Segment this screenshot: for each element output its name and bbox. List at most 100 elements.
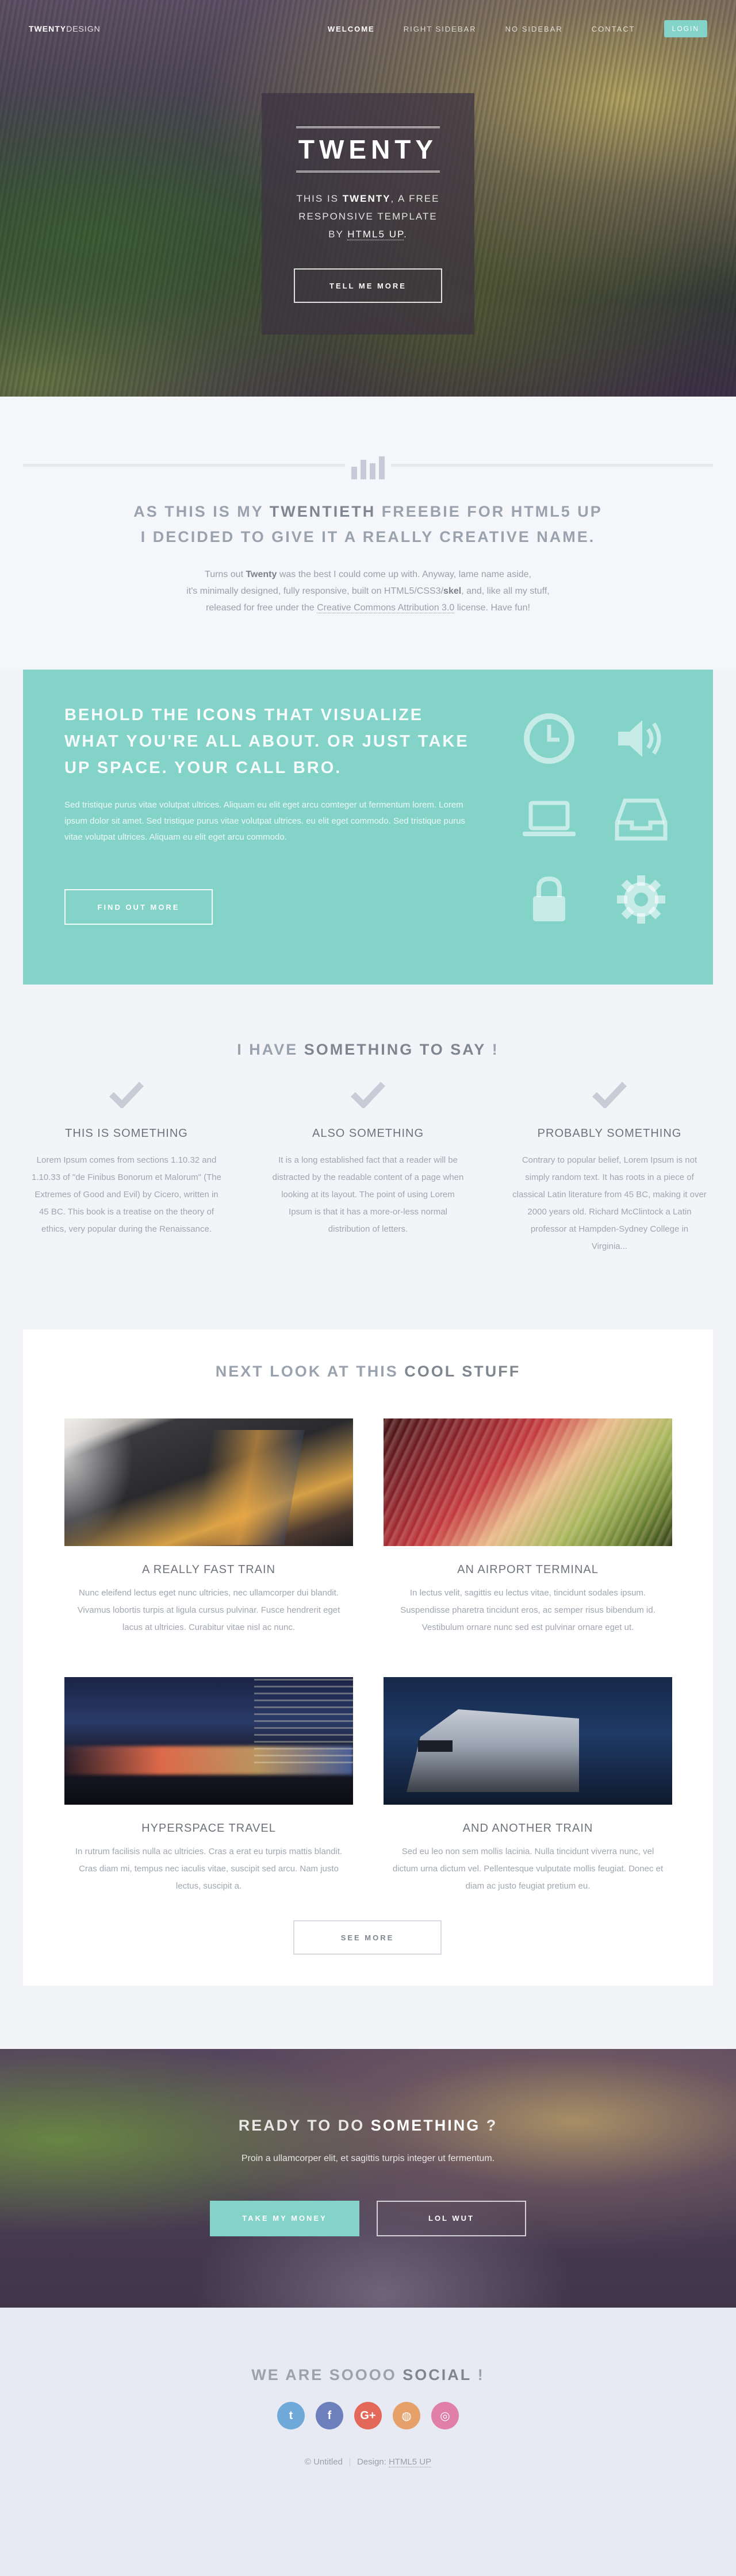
article-card: AN AIRPORT TERMINAL In lectus velit, sag… <box>384 1418 672 1636</box>
column-title: PROBABLY SOMETHING <box>537 1127 682 1140</box>
intro-text: license. Have fun! <box>454 603 530 613</box>
find-out-more-button[interactable]: FIND OUT MORE <box>64 889 213 925</box>
footer-headline-text: ! <box>471 2366 485 2383</box>
logo-light-text: DESIGN <box>66 24 101 33</box>
column-text: Lorem Ipsum comes from sections 1.10.32 … <box>32 1155 221 1234</box>
intro-headline-text: FREEBIE FOR HTML5 UP <box>375 503 603 520</box>
volume-icon <box>604 704 678 773</box>
card-text: Sed eu leo non sem mollis lacinia. Nulla… <box>392 1847 664 1891</box>
nav-link-right-sidebar[interactable]: RIGHT SIDEBAR <box>404 25 477 33</box>
feature-column: PROBABLY SOMETHING Contrary to popular b… <box>503 1079 716 1255</box>
column-title: ALSO SOMETHING <box>312 1127 424 1140</box>
column-title: THIS IS SOMETHING <box>65 1127 188 1140</box>
github-icon[interactable]: ◍ <box>393 2402 420 2429</box>
intro-paragraph: Turns out Twenty was the best I could co… <box>0 566 736 616</box>
design-credit-link[interactable]: HTML5 UP <box>388 2457 432 2467</box>
dribbble-icon[interactable]: ◎ <box>431 2402 459 2429</box>
intro-text: Turns out <box>205 570 246 579</box>
card-image-another-train[interactable] <box>384 1677 672 1805</box>
feature-headline-bold: ICONS <box>196 706 258 724</box>
say-headline-text: ! <box>486 1041 499 1058</box>
laptop-icon <box>512 785 586 853</box>
lol-wut-button[interactable]: LOL WUT <box>377 2201 526 2236</box>
icons-feature-section: BEHOLD THE ICONS THAT VISUALIZE WHAT YOU… <box>23 670 713 985</box>
twitter-icon[interactable]: t <box>277 2402 305 2429</box>
article-card: A REALLY FAST TRAIN Nunc eleifend lectus… <box>64 1418 353 1636</box>
hero-subtitle: THIS IS TWENTY, A FREE RESPONSIVE TEMPLA… <box>293 190 443 243</box>
intro-headline-line2: I DECIDED TO GIVE IT A REALLY CREATIVE N… <box>140 528 596 545</box>
nav-link-welcome[interactable]: WELCOME <box>328 25 375 33</box>
say-headline-text: I HAVE <box>237 1041 304 1058</box>
nav-menu: WELCOME RIGHT SIDEBAR NO SIDEBAR CONTACT… <box>328 20 707 37</box>
intro-section: AS THIS IS MY TWENTIETH FREEBIE FOR HTML… <box>0 397 736 670</box>
cool-stuff-section: NEXT LOOK AT THIS COOL STUFF A REALLY FA… <box>23 1329 713 1986</box>
intro-text-bold: Twenty <box>246 570 277 579</box>
hero-sub-text: . <box>404 229 408 240</box>
copyright-text: © Untitled <box>304 2457 343 2467</box>
hero-title-frame: TWENTY <box>296 126 440 172</box>
tell-me-more-button[interactable]: TELL ME MORE <box>294 268 442 303</box>
checkmark-icon <box>109 1082 144 1109</box>
intro-headline: AS THIS IS MY TWENTIETH FREEBIE FOR HTML… <box>0 499 736 549</box>
cta-text: Proin a ullamcorper elit, et sagittis tu… <box>241 2154 495 2163</box>
footer-headline: WE ARE SOOOO SOCIAL ! <box>0 2366 736 2384</box>
column-text: It is a long established fact that a rea… <box>272 1155 464 1234</box>
cta-headline-text: ? <box>480 2117 498 2134</box>
card-title: HYPERSPACE TRAVEL <box>141 1822 276 1835</box>
hero-box: TWENTY THIS IS TWENTY, A FREE RESPONSIVE… <box>262 93 474 335</box>
card-title: AN AIRPORT TERMINAL <box>457 1563 599 1576</box>
intro-text: it's minimally designed, fully responsiv… <box>186 586 444 596</box>
login-button[interactable]: LOGIN <box>664 20 707 37</box>
nav-link-no-sidebar[interactable]: NO SIDEBAR <box>505 25 563 33</box>
intro-text-bold: skel <box>443 586 462 596</box>
intro-headline-text: AS THIS IS MY <box>133 503 270 520</box>
site-logo[interactable]: TWENTYDESIGN <box>29 24 101 33</box>
card-image-hyperspace-travel[interactable] <box>64 1677 353 1805</box>
footer: WE ARE SOOOO SOCIAL ! t f G+ ◍ ◎ © Untitled D… <box>0 2308 736 2576</box>
hero-sub-text: BY <box>328 229 348 240</box>
cta-background-image <box>0 2049 736 2308</box>
cool-headline-bold: COOL STUFF <box>404 1363 521 1380</box>
call-to-action-section: READY TO DO SOMETHING ? Proin a ullamcor… <box>0 2049 736 2308</box>
column-text: Contrary to popular belief, Lorem Ipsum … <box>512 1155 707 1251</box>
html5up-link[interactable]: HTML5 UP <box>347 229 404 240</box>
card-text: In rutrum facilisis nulla ac ultricies. … <box>75 1847 343 1891</box>
feature-column: THIS IS SOMETHING Lorem Ipsum comes from… <box>20 1079 233 1238</box>
footer-headline-bold: SOCIAL <box>402 2366 472 2383</box>
card-title: AND ANOTHER TRAIN <box>462 1822 593 1835</box>
hero-section: TWENTYDESIGN WELCOME RIGHT SIDEBAR NO SI… <box>0 0 736 397</box>
feature-icon-grid <box>512 704 696 945</box>
facebook-icon[interactable]: f <box>316 2402 343 2429</box>
take-my-money-button[interactable]: TAKE MY MONEY <box>210 2201 359 2236</box>
hero-sub-text: , A FREE <box>390 193 440 204</box>
card-image-airport-terminal[interactable] <box>384 1418 672 1546</box>
inbox-icon <box>604 785 678 853</box>
license-link[interactable]: Creative Commons Attribution 3.0 <box>317 603 455 613</box>
say-headline: I HAVE SOMETHING TO SAY ! <box>0 1041 736 1059</box>
nav-link-contact[interactable]: CONTACT <box>592 25 635 33</box>
feature-headline: BEHOLD THE ICONS THAT VISUALIZE WHAT YOU… <box>64 702 478 781</box>
top-navigation: TWENTYDESIGN WELCOME RIGHT SIDEBAR NO SI… <box>0 0 736 57</box>
cta-headline-text: READY TO DO <box>238 2117 371 2134</box>
gear-icon <box>604 865 678 934</box>
checkmark-icon <box>592 1082 627 1109</box>
card-title: A REALLY FAST TRAIN <box>141 1563 276 1576</box>
intro-text: released for free under the <box>206 603 317 613</box>
hero-sub-bold: TWENTY <box>342 193 391 204</box>
card-text: In lectus velit, sagittis eu lectus vita… <box>400 1588 656 1632</box>
google-plus-icon[interactable]: G+ <box>354 2402 382 2429</box>
article-card: AND ANOTHER TRAIN Sed eu leo non sem mol… <box>384 1677 672 1895</box>
copyright: © Untitled Design: HTML5 UP <box>0 2457 736 2467</box>
lock-icon <box>512 865 586 934</box>
intro-text: was the best I could come up with. Anywa… <box>277 570 531 579</box>
hero-title: TWENTY <box>298 134 438 164</box>
hero-sub-text: RESPONSIVE TEMPLATE <box>298 211 438 222</box>
footer-headline-text: WE ARE SOOOO <box>251 2366 403 2383</box>
card-image-fast-train[interactable] <box>64 1418 353 1546</box>
social-links: t f G+ ◍ ◎ <box>0 2402 736 2429</box>
cool-headline-text: NEXT LOOK AT THIS <box>215 1363 405 1380</box>
design-label: Design: <box>356 2457 389 2467</box>
clock-icon <box>512 704 586 773</box>
cta-headline-bold: SOMETHING <box>370 2117 481 2134</box>
see-more-button[interactable]: SEE MORE <box>293 1920 442 1955</box>
